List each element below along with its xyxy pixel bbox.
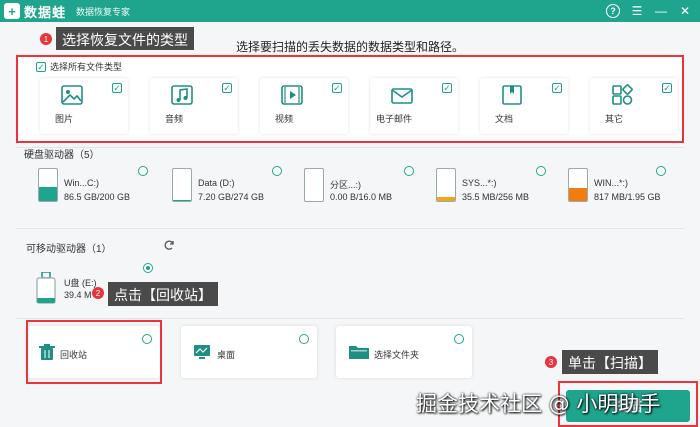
folder-icon	[349, 346, 369, 359]
menu-button[interactable]: ☰	[628, 2, 646, 20]
watermark: 掘金技术社区 @ 小明助手	[416, 392, 661, 416]
drive-item[interactable]: SYS...*:) 35.5 MB/256 MB	[436, 164, 560, 208]
desktop-icon	[194, 345, 210, 359]
app-slogan: 数据恢复专家	[76, 6, 131, 17]
drive-size: 0.00 B/16.0 MB	[330, 192, 393, 202]
step1-highlight-box	[16, 55, 684, 143]
drive-item[interactable]: WIN...*:) 817 MB/1.95 GB	[568, 164, 692, 208]
instruction-text: 选择要扫描的丢失数据的数据类型和路径。	[236, 40, 465, 54]
location-desktop[interactable]: 桌面	[181, 326, 317, 378]
app-logo: + 数据蛙	[4, 2, 66, 21]
title-bar: + 数据蛙 数据恢复专家 ? ☰ — ✕	[0, 0, 700, 22]
app-name: 数据蛙	[24, 4, 67, 20]
drive-icon	[38, 168, 58, 202]
removable-drives-title: 可移动驱动器（1）	[26, 244, 112, 255]
drive-name: SYS...*:)	[462, 178, 497, 188]
drive-size: 817 MB/1.95 GB	[594, 192, 661, 202]
drive-item[interactable]: 分区...:) 0.00 B/16.0 MB	[304, 164, 428, 208]
step3-callout: 单击【扫描】	[562, 350, 658, 374]
drive-usage-bar	[39, 187, 57, 201]
location-radio[interactable]	[454, 334, 464, 344]
drive-name: Win...C:)	[64, 178, 99, 188]
drive-icon	[568, 168, 588, 202]
hard-drives-title: 硬盘驱动器（5）	[24, 150, 100, 161]
drive-name: Data (D:)	[198, 178, 235, 188]
drive-radio[interactable]	[656, 166, 666, 176]
window-controls: ? ☰ — ✕	[604, 2, 694, 20]
close-button[interactable]: ✕	[676, 2, 694, 20]
minimize-icon: —	[655, 4, 667, 18]
location-label: 桌面	[217, 350, 236, 360]
divider	[16, 318, 684, 319]
drive-size: 35.5 MB/256 MB	[462, 192, 530, 202]
step2-highlight-box	[26, 320, 162, 384]
help-icon: ?	[606, 4, 620, 18]
drive-usage-bar	[569, 187, 587, 201]
divider	[16, 147, 684, 148]
usb-drive-radio[interactable]	[143, 263, 153, 273]
drive-radio[interactable]	[404, 166, 414, 176]
drive-icon	[172, 168, 192, 202]
step1-callout: 选择恢复文件的类型	[56, 27, 194, 50]
drive-usage-bar	[437, 196, 455, 201]
help-button[interactable]: ?	[604, 2, 622, 20]
step3-badge: 3	[545, 356, 557, 368]
divider	[16, 228, 684, 229]
location-label: 选择文件夹	[374, 350, 420, 360]
drive-item[interactable]: Win...C:) 86.5 GB/200 GB	[38, 164, 162, 208]
location-select-folder[interactable]: 选择文件夹	[336, 326, 472, 378]
drive-name: 分区...:)	[330, 180, 361, 190]
drive-icon	[304, 168, 324, 202]
step2-badge: 2	[92, 287, 104, 299]
drive-size: 86.5 GB/200 GB	[64, 192, 131, 202]
minimize-button[interactable]: —	[652, 2, 670, 20]
menu-icon: ☰	[631, 4, 643, 18]
drive-icon	[436, 168, 456, 202]
drive-radio[interactable]	[138, 166, 148, 176]
location-radio[interactable]	[299, 334, 309, 344]
drive-item[interactable]: Data (D:) 7.20 GB/274 GB	[172, 164, 296, 208]
drive-name: WIN...*:)	[594, 178, 628, 188]
drive-radio[interactable]	[272, 166, 282, 176]
drive-size: 7.20 GB/274 GB	[198, 192, 265, 202]
usb-drive-icon	[36, 272, 56, 304]
usb-drive-name: U盘 (E:)	[64, 278, 97, 288]
logo-icon: +	[4, 3, 20, 19]
close-icon: ✕	[679, 4, 691, 18]
step1-badge: 1	[40, 33, 52, 45]
drive-radio[interactable]	[536, 166, 546, 176]
drive-usage-bar	[173, 200, 191, 201]
step2-callout: 点击【回收站】	[108, 282, 218, 306]
usb-drive-size: 39.4 M	[64, 290, 92, 300]
refresh-icon[interactable]	[163, 239, 175, 251]
